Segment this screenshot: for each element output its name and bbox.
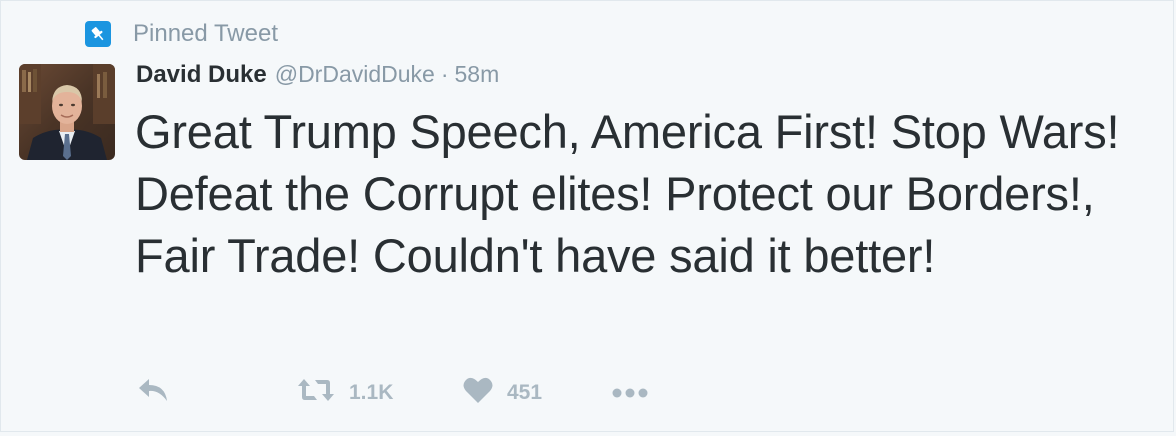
heart-icon: [463, 376, 493, 410]
retweet-count: 1.1K: [349, 381, 394, 404]
reply-icon: [137, 377, 169, 409]
retweet-button[interactable]: 1.1K: [297, 377, 463, 409]
author-name[interactable]: David Duke: [136, 61, 267, 89]
more-button[interactable]: [611, 381, 649, 405]
like-count: 451: [507, 381, 543, 404]
pin-icon: [85, 21, 111, 47]
more-icon: [611, 381, 649, 405]
reply-button[interactable]: [137, 377, 297, 409]
pinned-label: Pinned Tweet: [133, 20, 278, 47]
like-button[interactable]: 451: [463, 376, 611, 410]
pinned-indicator: Pinned Tweet: [85, 19, 278, 49]
tweet-actions: 1.1K 451: [137, 373, 649, 413]
tweet-timestamp[interactable]: 58m: [455, 61, 500, 88]
tweet-header: David Duke @DrDavidDuke · 58m: [136, 61, 499, 95]
header-separator: ·: [440, 61, 449, 87]
tweet-text: Great Trump Speech, America First! Stop …: [135, 105, 1120, 282]
retweet-icon: [297, 377, 335, 409]
author-handle[interactable]: @DrDavidDuke: [275, 61, 435, 88]
avatar[interactable]: [19, 64, 115, 160]
tweet-card[interactable]: Pinned Tweet David Duke @DrDavidDuke · 5…: [0, 0, 1174, 432]
